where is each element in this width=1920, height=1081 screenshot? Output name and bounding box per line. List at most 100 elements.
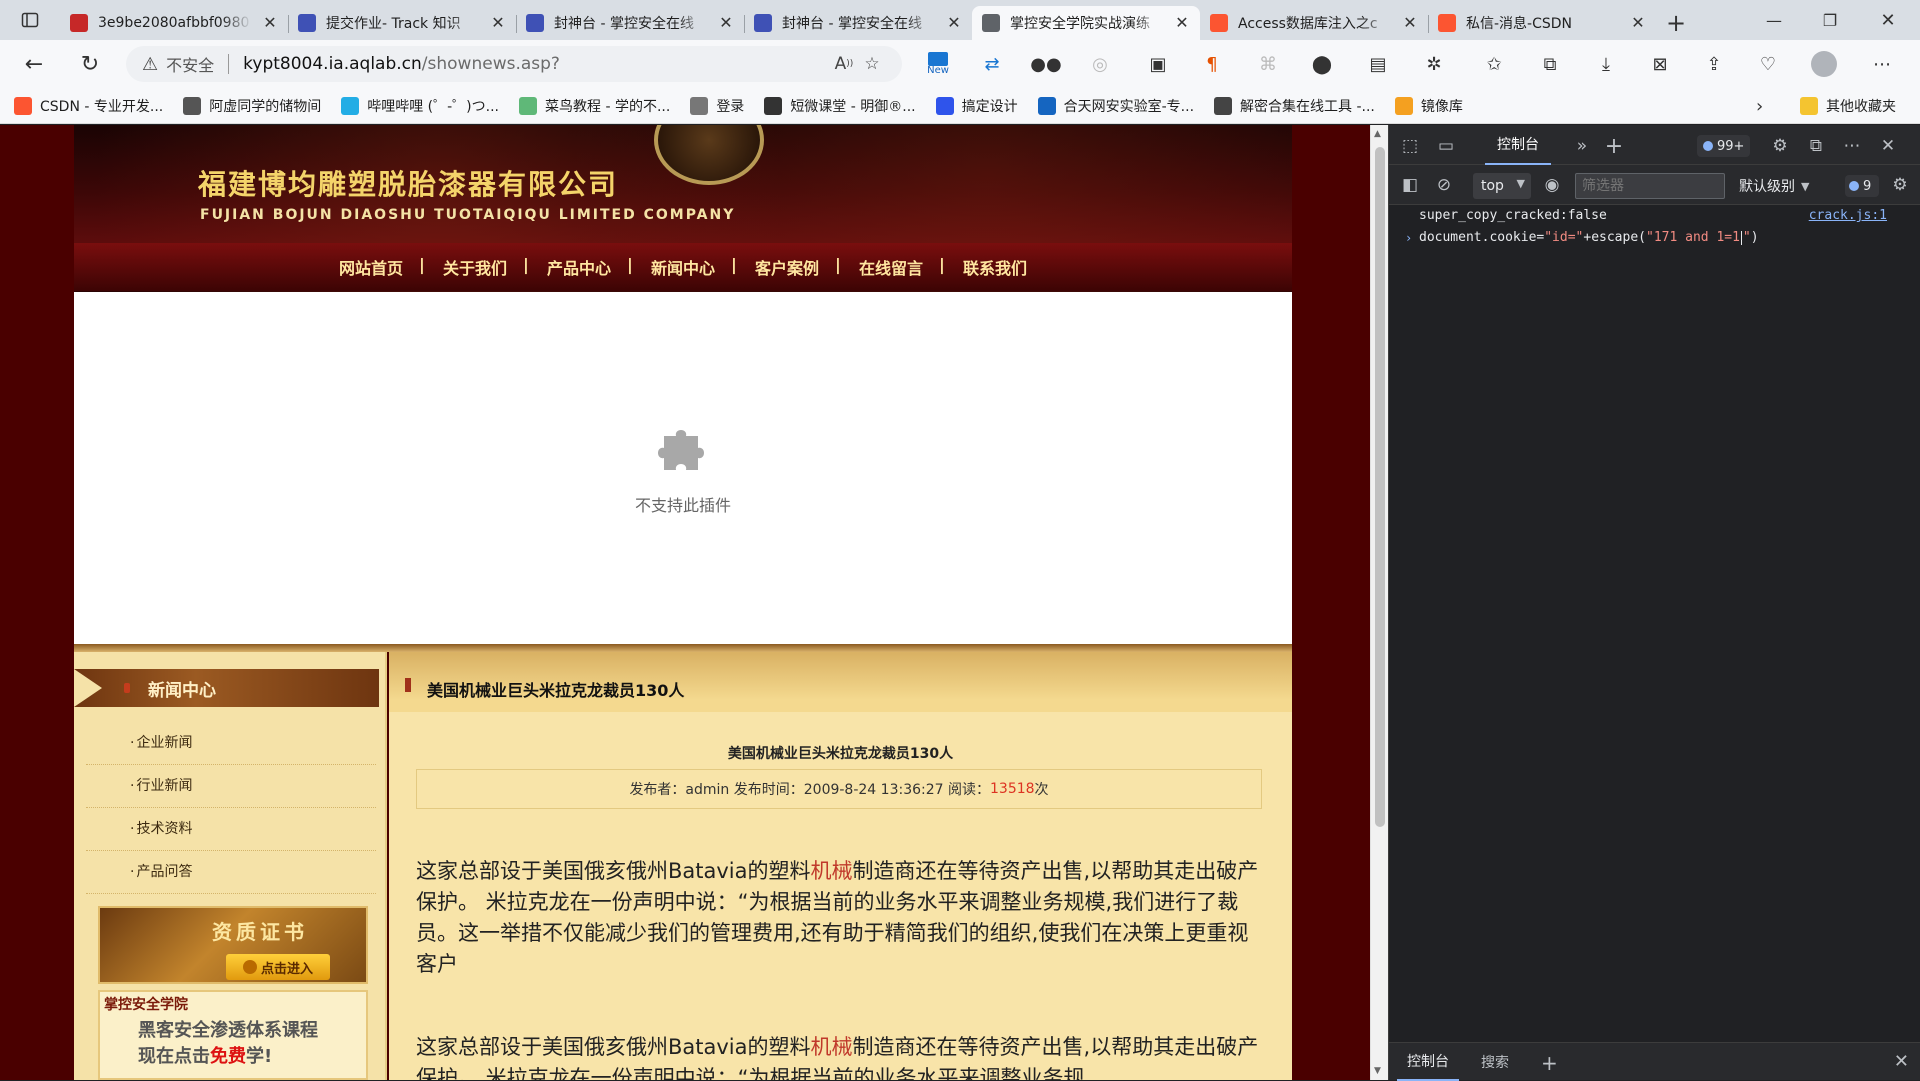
sidebar-toggle-icon[interactable]: ◧ <box>1399 174 1421 196</box>
drawer-close-icon[interactable]: ✕ <box>1894 1051 1909 1072</box>
site-nav-item[interactable]: 产品中心 <box>523 255 631 279</box>
live-expression-icon[interactable]: ◉ <box>1541 174 1563 196</box>
close-window-button[interactable]: ✕ <box>1860 0 1916 40</box>
course-banner[interactable]: 掌控安全学院 黑客安全渗透体系课程 现在点击免费学! <box>98 990 368 1080</box>
page-scrollbar[interactable]: ▲ ▼ <box>1370 125 1388 1080</box>
keyword-link[interactable]: 机械 <box>811 859 853 883</box>
close-tab-icon[interactable]: ✕ <box>1174 15 1190 31</box>
sidebar-link[interactable]: 技术资料 <box>86 808 376 851</box>
bookmark-item[interactable]: 菜鸟教程 - 学的不... <box>519 96 670 116</box>
site-nav-item[interactable]: 网站首页 <box>319 255 423 279</box>
new-extension-icon[interactable]: New <box>922 48 954 80</box>
profile-avatar[interactable] <box>1808 48 1840 80</box>
log-source-link[interactable]: crack.js:1 <box>1809 205 1887 227</box>
add-tab-icon[interactable]: + <box>1603 134 1625 159</box>
minimize-button[interactable]: — <box>1746 0 1802 40</box>
cert-enter-button[interactable]: 点击进入 <box>226 954 330 980</box>
incognito-icon[interactable]: ●● <box>1030 48 1062 80</box>
browser-essentials-icon[interactable]: ♡ <box>1752 48 1784 80</box>
bookmark-item[interactable]: 阿虚同学的储物间 <box>183 96 321 116</box>
cert-banner[interactable]: 资质证书 点击进入 <box>98 906 368 984</box>
bookmark-item[interactable]: 解密合集在线工具 -... <box>1214 96 1375 116</box>
record-icon[interactable]: ⬤ <box>1306 48 1338 80</box>
drawer-tab-search[interactable]: 搜索 <box>1471 1043 1519 1081</box>
keyword-link[interactable]: 机械 <box>811 1035 853 1059</box>
extensions-icon[interactable]: ✲ <box>1418 48 1450 80</box>
tab-console[interactable]: 控制台 <box>1485 125 1551 165</box>
scroll-thumb[interactable] <box>1375 147 1385 827</box>
snip-icon[interactable]: ▣ <box>1142 48 1174 80</box>
favorites-icon[interactable]: ✩ <box>1478 48 1510 80</box>
bookmark-item[interactable]: 哔哩哔哩 (゜-゜)つ... <box>341 96 499 116</box>
drawer-add-icon[interactable]: + <box>1541 1051 1558 1075</box>
command-icon[interactable]: ⌘ <box>1252 48 1284 80</box>
close-tab-icon[interactable]: ✕ <box>1630 15 1646 31</box>
close-tab-icon[interactable]: ✕ <box>946 15 962 31</box>
browser-tab[interactable]: 封神台 - 掌控安全在线 ✕ <box>516 6 744 40</box>
scroll-down-icon[interactable]: ▼ <box>1374 1066 1381 1076</box>
browser-tab[interactable]: 3e9be2080afbbf0980 ✕ <box>60 6 288 40</box>
bookmarks-overflow-icon[interactable]: › <box>1756 96 1763 117</box>
browser-tab[interactable]: 提交作业- Track 知识 ✕ <box>288 6 516 40</box>
close-tab-icon[interactable]: ✕ <box>718 15 734 31</box>
web-capture-icon[interactable]: ⊠ <box>1644 48 1676 80</box>
device-toolbar-icon[interactable]: ▭ <box>1435 135 1457 157</box>
warning-icon[interactable]: ⚠ <box>142 54 158 75</box>
security-label[interactable]: 不安全 <box>166 52 214 76</box>
site-nav-item[interactable]: 在线留言 <box>835 255 943 279</box>
bookmark-item[interactable]: 镜像库 <box>1394 96 1463 116</box>
new-tab-button[interactable]: + <box>1656 6 1696 40</box>
disabled-extension-icon[interactable]: ◎ <box>1084 48 1116 80</box>
close-tab-icon[interactable]: ✕ <box>490 15 506 31</box>
browser-tab[interactable]: 私信-消息-CSDN ✕ <box>1428 6 1656 40</box>
tab-actions-button[interactable] <box>0 0 60 40</box>
add-favorite-icon[interactable]: ☆ <box>858 50 886 78</box>
back-button[interactable]: ← <box>16 46 52 82</box>
log-level-select[interactable]: 默认级别 ▼ <box>1739 173 1809 199</box>
console-settings-icon[interactable]: ⚙ <box>1889 174 1911 196</box>
read-aloud-icon[interactable]: A)) <box>830 50 858 78</box>
browser-tab[interactable]: 封神台 - 掌控安全在线 ✕ <box>744 6 972 40</box>
bookmark-item[interactable]: CSDN - 专业开发... <box>14 96 163 116</box>
sidebar-link[interactable]: 产品问答 <box>86 851 376 894</box>
site-nav-item[interactable]: 客户案例 <box>731 255 839 279</box>
close-tab-icon[interactable]: ✕ <box>262 15 278 31</box>
bookmark-item[interactable]: 短微课堂 - 明御®... <box>764 96 916 116</box>
site-nav-item[interactable]: 关于我们 <box>419 255 527 279</box>
context-select[interactable]: top ▼ <box>1473 173 1531 199</box>
issues-badge[interactable]: 99+ <box>1697 135 1751 157</box>
devtools-more-icon[interactable]: ⋯ <box>1841 135 1863 157</box>
url-text[interactable]: kypt8004.ia.aqlab.cn/shownews.asp? <box>243 54 830 74</box>
reload-button[interactable]: ↻ <box>72 46 108 82</box>
sidebar-link[interactable]: 企业新闻 <box>86 722 376 765</box>
console-input[interactable]: › document.cookie="id="+escape("171 and … <box>1389 227 1920 249</box>
bookmark-item[interactable]: 合天网安实验室-专... <box>1037 96 1194 116</box>
sidebar-link[interactable]: 行业新闻 <box>86 765 376 808</box>
paragraph-icon[interactable]: ¶ <box>1196 48 1228 80</box>
devtools-close-icon[interactable]: ✕ <box>1877 135 1899 157</box>
more-menu-icon[interactable]: ⋯ <box>1866 48 1898 80</box>
more-tabs-icon[interactable]: » <box>1571 135 1593 157</box>
translate-icon[interactable]: ⇄ <box>976 48 1008 80</box>
site-nav-item[interactable]: 新闻中心 <box>627 255 735 279</box>
settings-icon[interactable]: ⚙ <box>1769 135 1791 157</box>
browser-tab[interactable]: Access数据库注入之c ✕ <box>1200 6 1428 40</box>
other-bookmarks[interactable]: 其他收藏夹 <box>1800 96 1896 116</box>
collections-icon[interactable]: ⧉ <box>1534 48 1566 80</box>
downloads-icon[interactable]: ⤓ <box>1590 48 1622 80</box>
reader-icon[interactable]: ▤ <box>1362 48 1394 80</box>
close-tab-icon[interactable]: ✕ <box>1402 15 1418 31</box>
address-bar[interactable]: ⚠ 不安全 kypt8004.ia.aqlab.cn/shownews.asp?… <box>126 46 902 82</box>
site-nav-item[interactable]: 联系我们 <box>939 255 1047 279</box>
dock-icon[interactable]: ⧉ <box>1805 135 1827 157</box>
browser-tab[interactable]: 掌控安全学院实战演练 ✕ <box>972 6 1200 40</box>
share-icon[interactable]: ⇪ <box>1698 48 1730 80</box>
bookmark-item[interactable]: 搞定设计 <box>935 96 1018 116</box>
inspect-element-icon[interactable]: ⬚ <box>1399 135 1421 157</box>
clear-console-icon[interactable]: ⊘ <box>1433 174 1455 196</box>
restore-button[interactable]: ❐ <box>1802 0 1858 40</box>
bookmark-item[interactable]: 登录 <box>690 96 744 116</box>
scroll-up-icon[interactable]: ▲ <box>1374 129 1381 139</box>
drawer-tab-console[interactable]: 控制台 <box>1397 1043 1459 1081</box>
issues-badge-secondary[interactable]: 9 <box>1845 175 1879 197</box>
